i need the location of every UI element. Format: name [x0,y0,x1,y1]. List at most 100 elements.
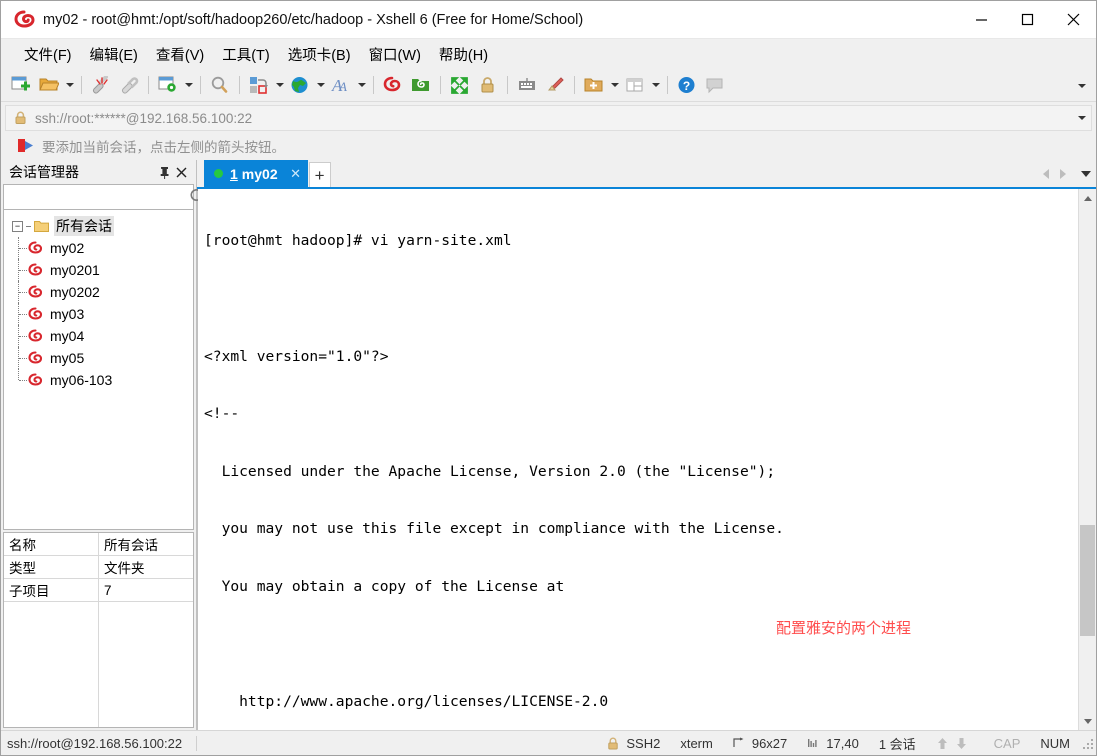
open-folder-icon[interactable] [35,71,63,99]
close-button[interactable] [1050,1,1096,39]
session-item-my05[interactable]: my05 [4,347,193,369]
search-input[interactable] [4,188,187,206]
keyboard-icon[interactable] [513,71,541,99]
font-dropdown[interactable] [355,71,368,99]
property-value: 文件夹 [99,556,193,579]
terminal-line: You may obtain a copy of the License at [204,577,565,595]
status-protocol: SSH2 [597,736,670,751]
reconnect-icon[interactable] [115,71,143,99]
find-icon[interactable] [206,71,234,99]
session-item-my0201[interactable]: my0201 [4,259,193,281]
xshell-session-icon [28,285,44,299]
address-bar[interactable]: ssh://root:******@192.168.56.100:22 [5,105,1092,131]
status-emulation: xterm [670,736,723,751]
lock-icon [607,737,621,750]
xshell-icon[interactable] [379,71,407,99]
close-icon[interactable]: ✕ [288,166,304,182]
toolbar-separator [81,76,82,94]
pin-icon[interactable] [156,162,173,182]
tree-connector [19,248,27,249]
tree-expander-icon[interactable]: − [12,220,23,232]
tree-connector [26,225,31,227]
lock-icon[interactable] [474,71,502,99]
globe-dropdown[interactable] [314,71,327,99]
chevron-right-icon[interactable] [1054,165,1071,183]
tab-label: my02 [241,165,278,182]
new-folder-dropdown[interactable] [608,71,621,99]
chevron-down-icon[interactable] [1073,106,1091,130]
toolbar-overflow-icon[interactable] [1074,69,1090,102]
globe-icon[interactable] [286,71,314,99]
scroll-up-button[interactable] [1079,189,1096,207]
font-icon[interactable]: A A [327,71,355,99]
toolbar-separator [200,76,201,94]
toolbar-separator [373,76,374,94]
terminal-annotation: 配置雅安的两个进程 [776,620,912,637]
layout-dropdown[interactable] [649,71,662,99]
toolbar: A A ? [1,69,1096,102]
disconnect-icon[interactable] [87,71,115,99]
menu-tabs[interactable]: 选项卡(B) [279,40,360,69]
size-icon [733,737,747,750]
resize-grip[interactable] [1080,736,1094,750]
session-item-my04[interactable]: my04 [4,325,193,347]
tree-root-all-sessions[interactable]: − 所有会话 [4,215,193,237]
session-item-my03[interactable]: my03 [4,303,193,325]
svg-text:A: A [338,79,347,94]
layout-icon[interactable] [621,71,649,99]
terminal-wrapper: [root@hmt hadoop]# vi yarn-site.xml <?xm… [197,189,1096,730]
arrow-up-icon [936,737,950,750]
comment-icon[interactable] [701,71,729,99]
session-item-my02[interactable]: my02 [4,237,193,259]
open-folder-dropdown[interactable] [63,71,76,99]
new-session-icon[interactable] [7,71,35,99]
properties-empty-key-column [4,602,99,727]
tab-my02[interactable]: 1 my02 ✕ [204,160,308,187]
menu-window[interactable]: 窗口(W) [360,40,430,69]
help-icon[interactable]: ? [673,71,701,99]
terminal-line: http://www.apache.org/licenses/LICENSE-2… [204,693,609,711]
fullscreen-icon[interactable] [446,71,474,99]
session-properties-dropdown[interactable] [182,71,195,99]
status-bar: ssh://root@192.168.56.100:22 SSH2 xterm … [1,730,1096,755]
address-value: ssh://root:******@192.168.56.100:22 [35,110,253,126]
transfer-file-icon[interactable] [245,71,273,99]
session-search-box[interactable] [3,184,206,210]
status-position-label: 17,40 [826,735,859,751]
minimize-button[interactable] [958,1,1004,39]
chevron-left-icon[interactable] [1037,165,1054,183]
maximize-button[interactable] [1004,1,1050,39]
chevron-down-icon[interactable] [1077,165,1094,183]
terminal-scrollbar[interactable] [1078,189,1096,730]
session-tree[interactable]: − 所有会话 my02 my0201 my0202 my03 my04 my05… [3,210,194,530]
toolbar-separator [574,76,575,94]
new-folder-icon[interactable] [580,71,608,99]
scrollbar-thumb[interactable] [1080,525,1095,637]
menu-help[interactable]: 帮助(H) [430,40,497,69]
menu-file[interactable]: 文件(F) [15,40,81,69]
status-transfer [926,737,984,750]
tab-nav-controls [1037,165,1094,183]
status-position: 17,40 [797,736,869,751]
new-tab-button[interactable]: + [308,162,331,187]
tree-connector [19,270,27,271]
menu-edit[interactable]: 编辑(E) [81,40,147,69]
transfer-file-dropdown[interactable] [273,71,286,99]
session-item-my0202[interactable]: my0202 [4,281,193,303]
terminal-line: you may not use this file except in comp… [204,520,784,538]
xshell-session-icon [28,329,44,343]
tree-root-label: 所有会话 [54,216,114,236]
terminal-line: <?xml version="1.0"?> [204,347,389,365]
highlight-icon[interactable] [541,71,569,99]
tree-connector [18,369,19,380]
terminal-output[interactable]: [root@hmt hadoop]# vi yarn-site.xml <?xm… [198,189,1078,730]
session-properties-icon[interactable] [154,71,182,99]
scrollbar-track[interactable] [1079,207,1096,712]
menu-tools[interactable]: 工具(T) [213,40,279,69]
close-icon[interactable] [173,162,190,182]
menu-view[interactable]: 查看(V) [147,40,213,69]
session-item-my06-103[interactable]: my06-103 [4,369,193,391]
xftp-icon[interactable] [407,71,435,99]
scroll-down-button[interactable] [1079,712,1096,730]
window-controls [958,1,1096,39]
